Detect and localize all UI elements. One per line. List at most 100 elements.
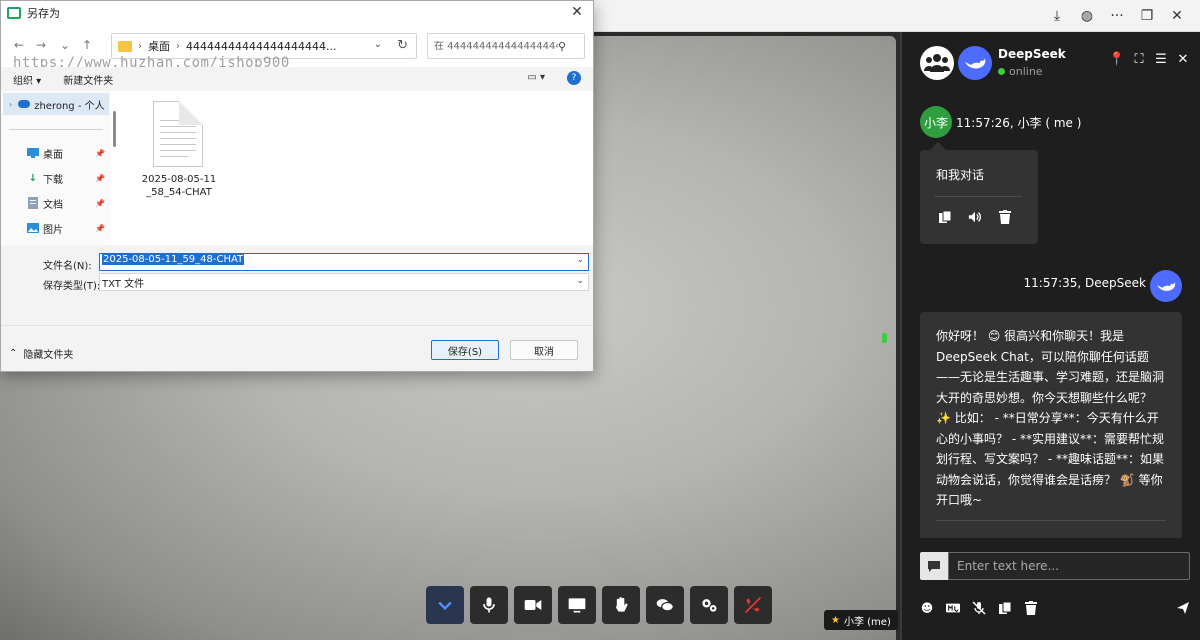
nav-item-pictures[interactable]: 图片 📌 bbox=[27, 218, 109, 238]
nav-item-label: zherong - 个人 bbox=[34, 100, 105, 112]
chat-header: DeepSeek online 📍 ⛶ ☰ ✕ bbox=[902, 32, 1200, 92]
nav-item-onedrive[interactable]: › zherong - 个人 bbox=[3, 93, 109, 115]
star-icon: ★ bbox=[831, 614, 840, 626]
speaker-icon[interactable] bbox=[968, 210, 982, 224]
close-window-icon[interactable]: ✕ bbox=[1164, 3, 1190, 29]
filetype-value: TXT 文件 bbox=[102, 278, 145, 290]
nav-item-label: 文档 bbox=[43, 199, 63, 211]
message-meta: 11:57:35, DeepSeek bbox=[1023, 276, 1146, 290]
dialog-titlebar: 另存为 ✕ bbox=[1, 1, 593, 25]
emoji-icon[interactable]: ☻ bbox=[920, 601, 934, 615]
view-options-icon[interactable]: ▭ ▾ bbox=[527, 72, 545, 83]
dialog-title: 另存为 bbox=[27, 7, 60, 20]
video-indicator bbox=[882, 333, 887, 343]
chat-panel: DeepSeek online 📍 ⛶ ☰ ✕ 小李 11:57:26, 小李 … bbox=[900, 32, 1200, 640]
close-icon[interactable]: ✕ bbox=[569, 4, 585, 20]
search-icon[interactable]: ⚲ bbox=[558, 40, 566, 53]
dialog-body: › zherong - 个人 桌面 📌 ↓ 下载 📌 文档 📌 图片 📌 202… bbox=[1, 91, 593, 245]
screen-share-button[interactable] bbox=[558, 586, 596, 624]
file-name: 2025-08-05-11_58_54-CHAT bbox=[141, 174, 217, 198]
nav-item-desktop[interactable]: 桌面 📌 bbox=[27, 143, 109, 163]
forward-arrow-icon[interactable]: → bbox=[33, 37, 49, 53]
download-icon[interactable]: ⤓ bbox=[1044, 3, 1070, 29]
settings-button[interactable] bbox=[690, 586, 728, 624]
search-box: ⚲ bbox=[427, 33, 585, 59]
nav-item-label: 桌面 bbox=[43, 149, 63, 161]
breadcrumb-desktop[interactable]: 桌面 bbox=[148, 38, 170, 54]
markdown-icon[interactable] bbox=[946, 601, 960, 615]
search-input[interactable] bbox=[428, 40, 558, 52]
cloud-icon bbox=[18, 100, 31, 108]
copy-icon[interactable] bbox=[938, 210, 952, 224]
nav-pane-scrollbar[interactable] bbox=[113, 111, 116, 147]
back-arrow-icon[interactable]: ← bbox=[11, 37, 27, 53]
filename-value: 2025-08-05-11_59_48-CHAT bbox=[102, 254, 245, 265]
save-as-dialog: 另存为 ✕ ← → ⌄ ↑ › 桌面 › 4444444444444444444… bbox=[0, 0, 594, 372]
camera-button[interactable] bbox=[514, 586, 552, 624]
navigation-pane: › zherong - 个人 桌面 📌 ↓ 下载 📌 文档 📌 图片 📌 bbox=[1, 91, 111, 245]
breadcrumb-separator-icon: › bbox=[176, 40, 180, 52]
fullscreen-icon[interactable]: ⛶ bbox=[1132, 52, 1146, 67]
file-item[interactable]: 2025-08-05-11_58_54-CHAT bbox=[141, 99, 217, 203]
participant-name: 小李 (me) bbox=[843, 616, 891, 628]
pin-icon[interactable]: 📌 bbox=[95, 174, 105, 183]
up-arrow-icon[interactable]: ↑ bbox=[79, 37, 95, 53]
trash-icon[interactable] bbox=[1024, 601, 1038, 615]
chevron-down-icon[interactable]: ⌄ bbox=[576, 255, 584, 265]
chat-app-icon bbox=[7, 7, 21, 19]
chat-title: DeepSeek bbox=[998, 47, 1066, 61]
video-camera-icon bbox=[524, 600, 542, 610]
desktop-icon bbox=[27, 147, 39, 159]
message-input[interactable] bbox=[948, 552, 1190, 580]
menu-icon[interactable]: ☰ bbox=[1154, 52, 1168, 67]
filename-field[interactable]: 2025-08-05-11_59_48-CHAT ⌄ bbox=[99, 253, 589, 271]
help-icon[interactable]: ? bbox=[567, 71, 581, 85]
deepseek-whale-icon bbox=[958, 46, 992, 80]
deepseek-avatar-icon bbox=[1150, 270, 1182, 302]
hang-up-button[interactable] bbox=[734, 586, 772, 624]
filetype-select[interactable]: TXT 文件 ⌄ bbox=[99, 273, 589, 291]
pin-icon[interactable]: 📌 bbox=[95, 224, 105, 233]
restore-window-icon[interactable]: ❐ bbox=[1134, 3, 1160, 29]
send-icon[interactable] bbox=[1176, 601, 1190, 615]
pin-icon[interactable]: 📌 bbox=[95, 149, 105, 158]
download-icon: ↓ bbox=[28, 172, 38, 184]
breadcrumb-folder[interactable]: 44444444444444444444... bbox=[186, 40, 336, 53]
filetype-label: 保存类型(T): bbox=[43, 281, 101, 292]
save-button[interactable]: 保存(S) bbox=[431, 340, 499, 360]
message-bubble: 你好呀！ 😊 很高兴和你聊天！我是DeepSeek Chat，可以陪你聊任何话题… bbox=[920, 312, 1182, 538]
globe-icon[interactable]: ◍ bbox=[1074, 3, 1100, 29]
raise-hand-button[interactable] bbox=[602, 586, 640, 624]
cancel-button[interactable]: 取消 bbox=[510, 340, 578, 360]
message-icon bbox=[920, 552, 948, 580]
copy-icon[interactable] bbox=[998, 601, 1012, 615]
trash-icon[interactable] bbox=[998, 210, 1012, 224]
close-icon[interactable]: ✕ bbox=[1176, 52, 1190, 67]
microphone-button[interactable] bbox=[470, 586, 508, 624]
chat-header-actions: 📍 ⛶ ☰ ✕ bbox=[1109, 52, 1190, 67]
mic-off-icon[interactable] bbox=[972, 601, 986, 615]
recent-dropdown-icon[interactable]: ⌄ bbox=[57, 37, 73, 53]
breadcrumb-separator-icon: › bbox=[138, 40, 142, 52]
chevron-down-icon[interactable]: ⌄ bbox=[374, 39, 382, 50]
nav-item-downloads[interactable]: ↓ 下载 📌 bbox=[27, 168, 109, 188]
collapse-toolbar-button[interactable] bbox=[426, 586, 464, 624]
meeting-toolbar bbox=[426, 586, 772, 624]
pin-icon[interactable]: 📍 bbox=[1109, 52, 1125, 67]
hide-folders-toggle[interactable]: ⌃ 隐藏文件夹 bbox=[9, 346, 73, 361]
chat-toggle-button[interactable] bbox=[646, 586, 684, 624]
pin-icon[interactable]: 📌 bbox=[95, 199, 105, 208]
chat-status: online bbox=[998, 65, 1043, 78]
refresh-icon[interactable]: ↻ bbox=[397, 38, 408, 53]
new-folder-button[interactable]: 新建文件夹 bbox=[63, 72, 113, 87]
browser-window-controls: ⤓ ◍ ··· ❐ ✕ bbox=[1044, 0, 1200, 32]
gears-icon bbox=[702, 599, 717, 612]
chevron-up-icon: ⌃ bbox=[9, 348, 18, 359]
composer-actions: ☻ bbox=[920, 598, 1190, 618]
chevron-down-icon[interactable]: ⌄ bbox=[576, 276, 584, 286]
more-options-icon[interactable]: ··· bbox=[1104, 3, 1130, 29]
dialog-navigation-bar: ← → ⌄ ↑ › 桌面 › 44444444444444444444... ⌄… bbox=[1, 25, 593, 71]
text-file-icon bbox=[153, 101, 203, 167]
nav-item-documents[interactable]: 文档 📌 bbox=[27, 193, 109, 213]
organize-menu[interactable]: 组织 ▾ bbox=[13, 72, 41, 87]
